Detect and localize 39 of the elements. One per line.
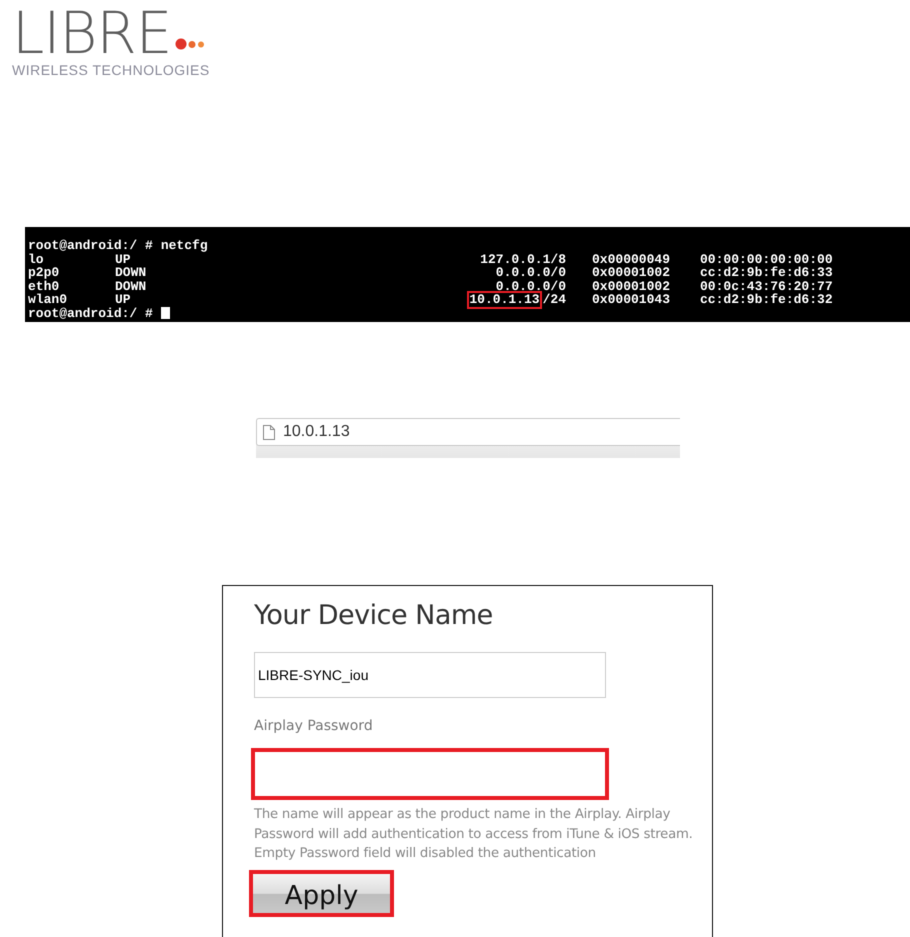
logo-tagline: WIRELESS TECHNOLOGIES bbox=[12, 62, 211, 78]
prefix-length: /0 bbox=[550, 266, 566, 280]
shell-prompt: root@android:/ # bbox=[28, 306, 153, 320]
prefix-length: /0 bbox=[550, 280, 566, 293]
cursor-icon bbox=[160, 306, 170, 318]
flags-value: 0x00000049 bbox=[592, 252, 672, 266]
address-field[interactable]: 10.0.1.13 bbox=[256, 418, 680, 446]
logo-wordmark: LIBRE bbox=[12, 6, 172, 60]
form-title: Your Device Name bbox=[254, 599, 494, 633]
ip-address: 10.0.1.13 bbox=[469, 293, 540, 306]
interface-name: wlan0 bbox=[28, 293, 68, 306]
mac-address: cc:d2:9b:fe:d6:33 bbox=[700, 266, 833, 280]
interface-state: UP bbox=[115, 252, 132, 266]
prefix-length: /24 bbox=[542, 293, 566, 306]
shell-prompt: root@android:/ # bbox=[28, 239, 153, 252]
mac-address: 00:00:00:00:00:00 bbox=[700, 252, 833, 266]
interface-state: DOWN bbox=[115, 266, 148, 280]
mac-address: 00:0c:43:76:20:77 bbox=[700, 280, 833, 293]
interface-name: p2p0 bbox=[28, 266, 60, 280]
password-field[interactable] bbox=[251, 748, 609, 800]
flags-value: 0x00001002 bbox=[592, 266, 672, 280]
ip-address: 0.0.0.0 bbox=[496, 280, 550, 293]
interface-state: DOWN bbox=[115, 280, 148, 293]
interface-name: lo bbox=[28, 252, 45, 266]
help-text: The name will appear as the product name in the Airplay. Airplay Password will add authentication to access from iTune & iOS stream. Empty Password field will disabled the authentication bbox=[254, 806, 694, 864]
flags-value: 0x00001043 bbox=[592, 293, 672, 306]
command-text: netcfg bbox=[160, 239, 208, 252]
ip-address: 0.0.0.0 bbox=[496, 266, 550, 280]
mac-address: cc:d2:9b:fe:d6:32 bbox=[700, 293, 833, 306]
device-name-field[interactable]: LIBRE-SYNC_iou bbox=[254, 652, 606, 698]
ip-address: 127.0.0.1 bbox=[480, 252, 550, 266]
flags-value: 0x00001002 bbox=[592, 280, 672, 293]
page-icon bbox=[263, 424, 275, 440]
apply-button[interactable]: Apply bbox=[249, 870, 394, 917]
interface-state: UP bbox=[115, 293, 132, 306]
interface-name: eth0 bbox=[28, 280, 60, 293]
dots-icon bbox=[175, 38, 206, 50]
password-label: Airplay Password bbox=[254, 718, 374, 736]
prefix-length: /8 bbox=[550, 252, 566, 266]
